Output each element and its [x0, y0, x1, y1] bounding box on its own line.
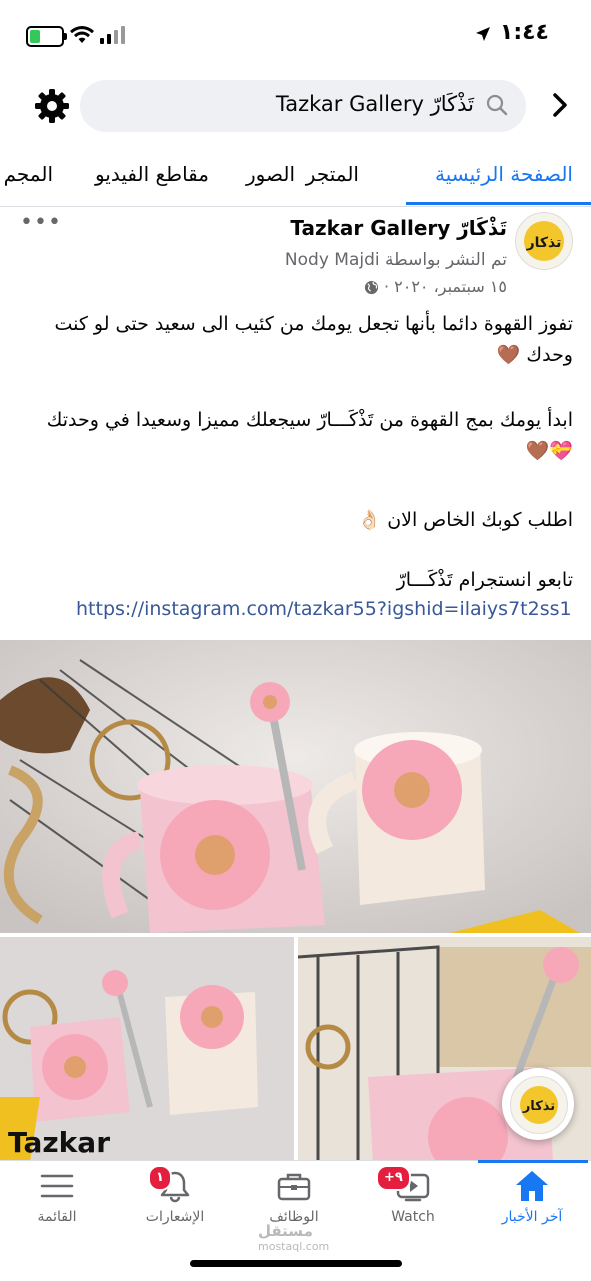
nav-label: آخر الأخبار [501, 1209, 563, 1225]
nav-notifications[interactable]: الإشعارات ١ [120, 1165, 230, 1225]
search-bar[interactable]: تَذْكَارّ Tazkar Gallery [80, 80, 526, 132]
nav-jobs[interactable]: الوظائف [239, 1169, 349, 1225]
home-icon [516, 1171, 548, 1201]
post-date-row: ١٥ سبتمبر، ٢٠٢٠ · [360, 277, 507, 296]
nav-label: القائمة [37, 1209, 77, 1225]
gear-icon[interactable] [34, 88, 70, 124]
nav-news-feed[interactable]: آخر الأخبار [477, 1169, 587, 1225]
page-avatar[interactable]: تذكار [515, 212, 573, 270]
page-tabs: الصفحة الرئيسية المتجر الصور مقاطع الفيد… [0, 146, 591, 207]
active-nav-indicator [478, 1160, 588, 1163]
search-icon [486, 94, 508, 116]
svg-text:تذكار: تذكار [522, 1099, 555, 1114]
posted-by: تم النشر بواسطة Nody Majdi [284, 250, 507, 270]
svg-text:Tazkar: Tazkar [8, 1126, 110, 1159]
floating-page-avatar[interactable]: تذكار [502, 1068, 574, 1140]
instagram-link[interactable]: https://instagram.com/tazkar55?igshid=il… [76, 598, 572, 620]
tazkar-logo: تذكار [524, 221, 564, 261]
watermark-url: mostaql.com [258, 1240, 330, 1253]
post-paragraph: ابدأ يومك بمج القهوة من تَذْكَـــارّ سيج… [46, 409, 573, 462]
briefcase-icon [277, 1173, 311, 1201]
nav-menu[interactable]: القائمة [2, 1169, 112, 1225]
watermark-brand: مستقل [258, 1222, 313, 1240]
mugs-photo: Tazkar [0, 937, 294, 1162]
post-paragraph: تابعو انستجرام تَذْكَـــارّ [396, 569, 573, 591]
nav-watch[interactable]: Watch +٩ [358, 1165, 468, 1225]
wifi-icon [70, 26, 94, 43]
notification-badge: ١ [148, 1165, 172, 1191]
tab-home[interactable]: الصفحة الرئيسية [435, 162, 573, 186]
tazkar-logo: تذكار [520, 1086, 558, 1124]
search-query: تَذْكَارّ Tazkar Gallery [275, 92, 474, 116]
notification-badge: +٩ [376, 1165, 411, 1191]
tab-photos[interactable]: الصور [246, 162, 295, 186]
tab-communities[interactable]: المجم [4, 162, 53, 186]
post-photo-main[interactable] [0, 640, 591, 933]
post-paragraph: تفوز القهوة دائما بأنها تجعل يومك من كئي… [54, 313, 573, 366]
nav-label: الإشعارات [145, 1209, 205, 1225]
svg-text:تذكار: تذكار [526, 235, 562, 251]
post-photo-2[interactable]: Tazkar [0, 937, 294, 1162]
status-bar: ١:٤٤ [0, 0, 591, 72]
menu-icon [40, 1174, 74, 1198]
tazkar-logo: تذكار [510, 1076, 568, 1134]
home-indicator[interactable] [190, 1260, 402, 1267]
mugs-photo [0, 640, 591, 933]
post-paragraph: اطلب كوبك الخاص الان 👌🏻 [357, 509, 574, 531]
nav-label: Watch [391, 1209, 435, 1225]
status-time: ١:٤٤ [499, 20, 549, 45]
signal-icon [100, 26, 125, 44]
page-name[interactable]: تَذْكَارّ Tazkar Gallery [290, 216, 507, 240]
tab-shop[interactable]: المتجر [306, 162, 359, 186]
battery-icon [26, 26, 67, 47]
tab-videos[interactable]: مقاطع الفيديو [95, 162, 209, 186]
location-arrow-icon [476, 27, 490, 41]
more-options-icon[interactable]: ••• [20, 210, 62, 235]
globe-icon [364, 280, 378, 295]
chevron-right-icon[interactable] [551, 92, 569, 118]
active-tab-indicator [406, 202, 591, 205]
post-date: ١٥ سبتمبر، ٢٠٢٠ · [383, 277, 507, 296]
